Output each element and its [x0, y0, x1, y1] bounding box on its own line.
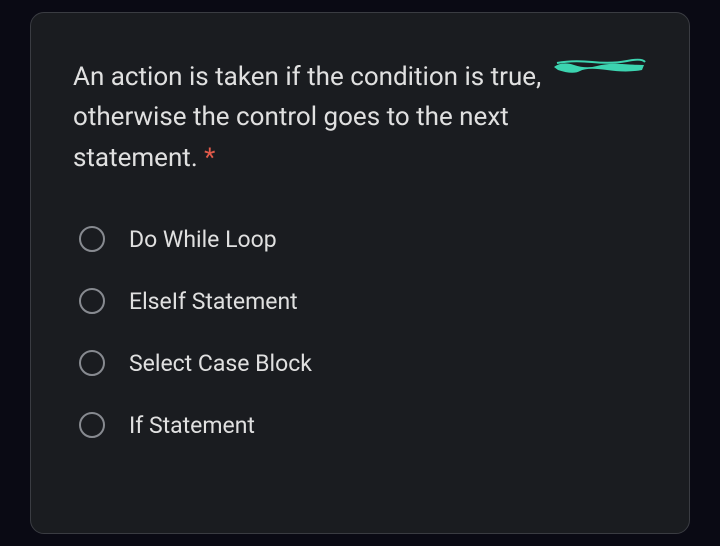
question-body: An action is taken if the condition is t…	[73, 62, 541, 173]
option-label: Select Case Block	[129, 350, 312, 377]
required-asterisk: *	[204, 143, 215, 173]
option-if-statement[interactable]: If Statement	[79, 412, 647, 439]
option-do-while-loop[interactable]: Do While Loop	[79, 226, 647, 253]
option-label: Do While Loop	[129, 226, 277, 253]
options-group: Do While Loop ElseIf Statement Select Ca…	[73, 226, 647, 439]
option-select-case-block[interactable]: Select Case Block	[79, 350, 647, 377]
highlight-annotation	[552, 55, 647, 79]
radio-icon	[79, 288, 105, 314]
radio-icon	[79, 350, 105, 376]
option-label: If Statement	[129, 412, 255, 439]
question-card: An action is taken if the condition is t…	[30, 12, 690, 534]
question-text: An action is taken if the condition is t…	[73, 57, 603, 178]
option-label: ElseIf Statement	[129, 288, 298, 315]
radio-icon	[79, 412, 105, 438]
radio-icon	[79, 226, 105, 252]
option-elseif-statement[interactable]: ElseIf Statement	[79, 288, 647, 315]
